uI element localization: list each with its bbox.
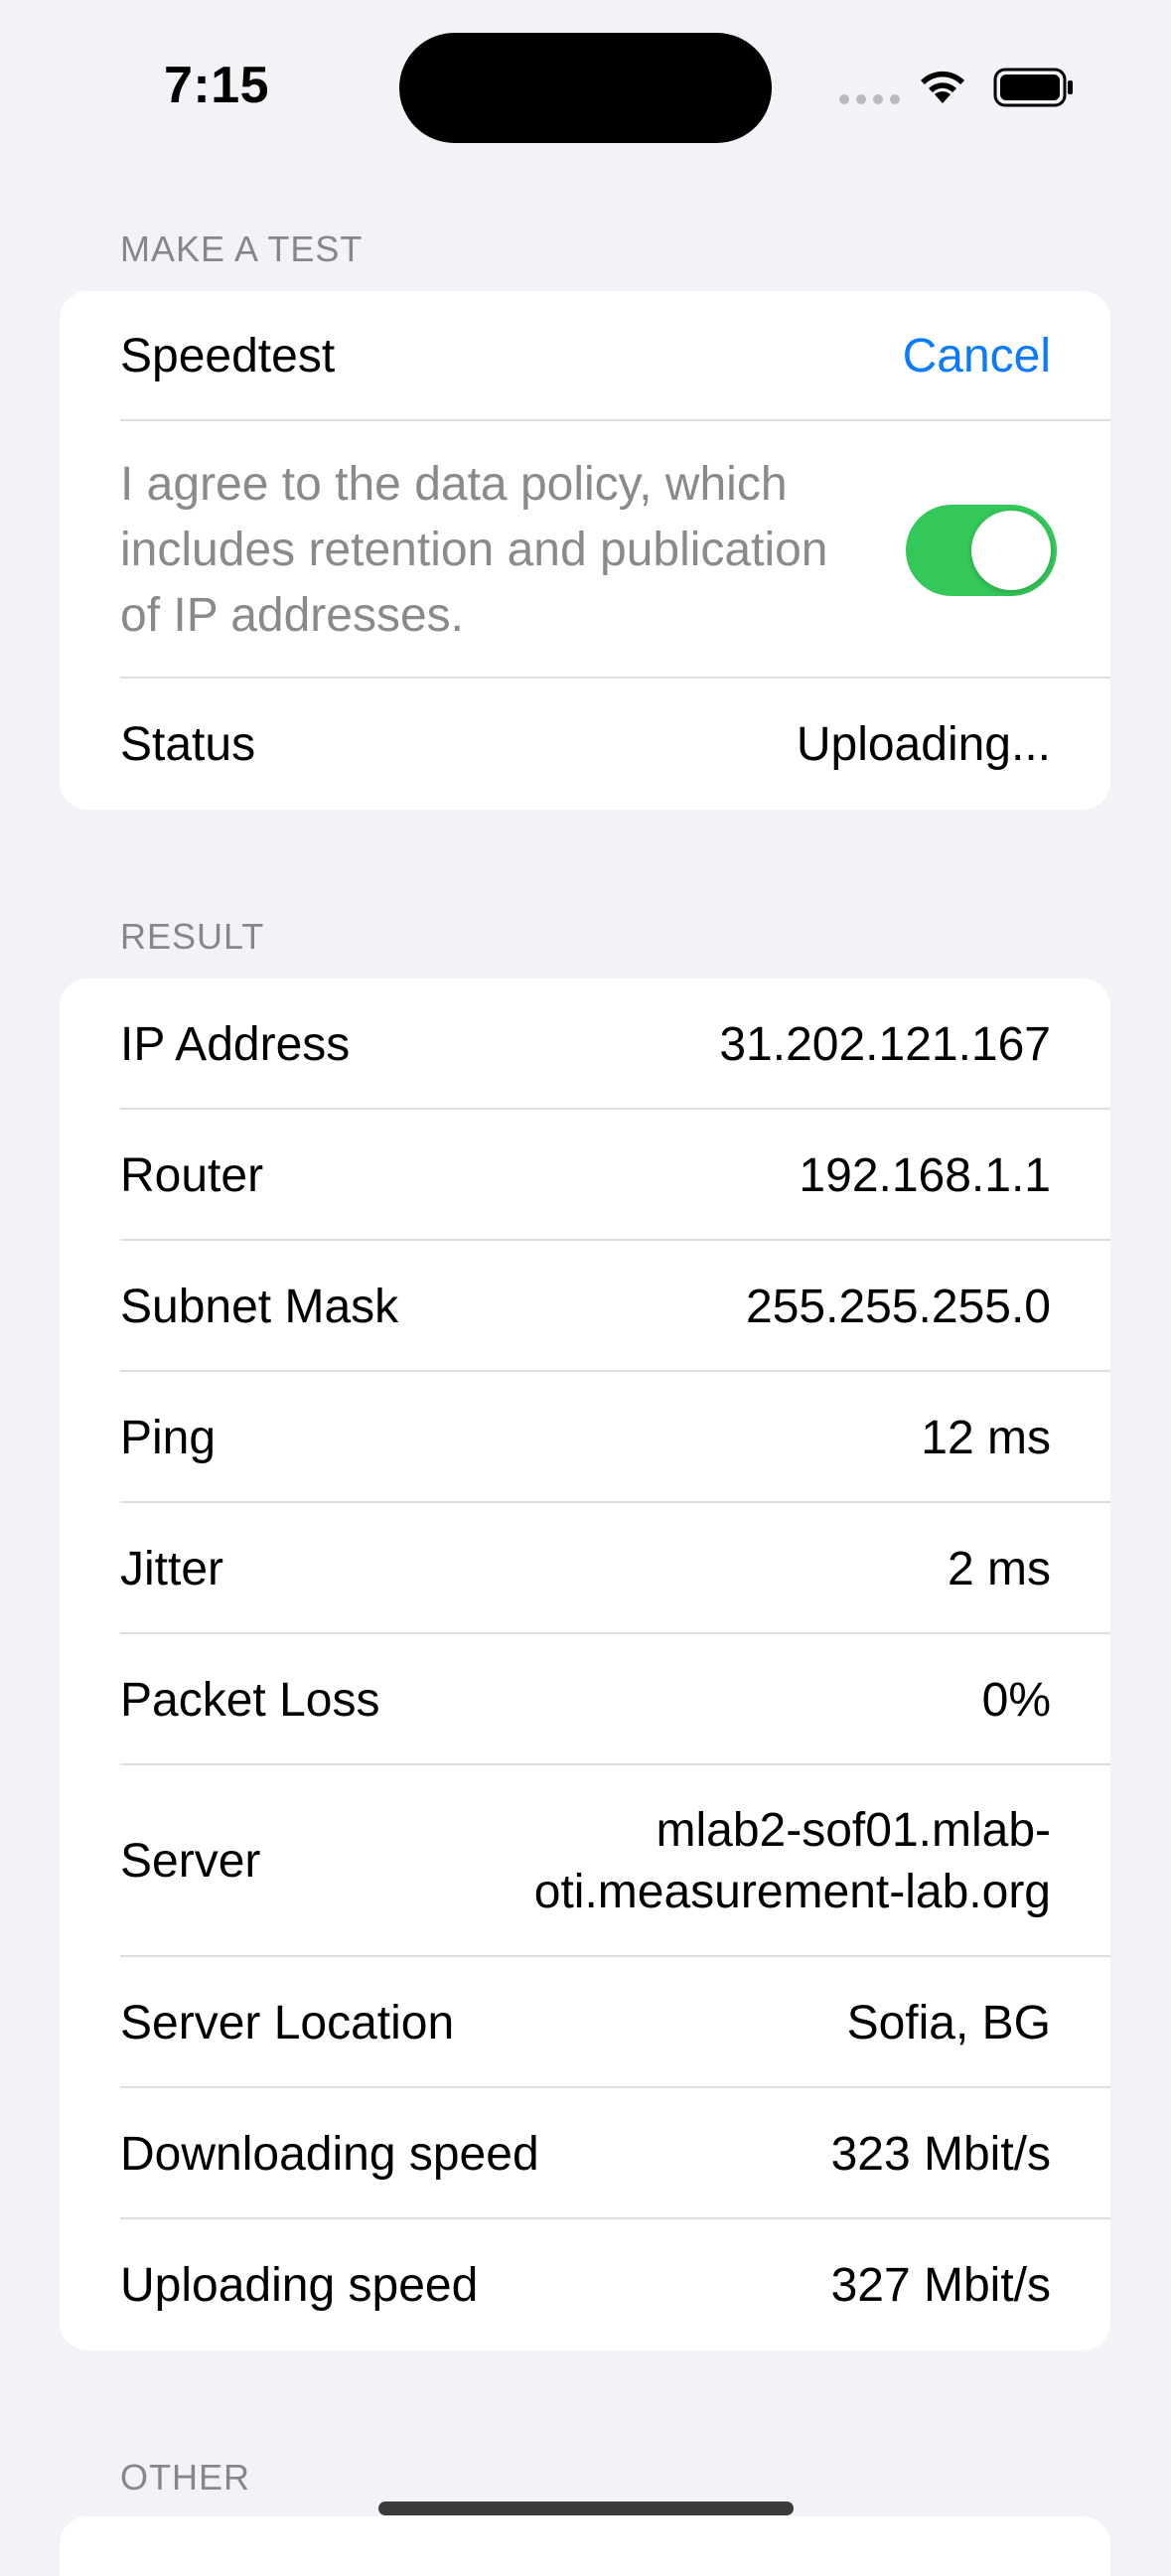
status-bar: 7:15 (0, 0, 1171, 169)
server-value: mlab2-sof01.mlab- oti.measurement-lab.or… (534, 1800, 1051, 1923)
result-row-subnet-mask: Subnet Mask 255.255.255.0 (60, 1241, 1110, 1372)
result-row-uploading-speed: Uploading speed 327 Mbit/s (60, 2219, 1110, 2350)
dynamic-island (399, 33, 772, 143)
result-value: Sofia, BG (846, 1996, 1051, 2049)
result-row-ip-address: IP Address 31.202.121.167 (60, 979, 1110, 1110)
section-header-other: OTHER (120, 2457, 250, 2498)
result-value: 323 Mbit/s (830, 2127, 1051, 2181)
section-header-result: RESULT (120, 916, 265, 957)
result-value: 12 ms (921, 1411, 1051, 1464)
battery-icon (993, 68, 1073, 107)
result-row-router: Router 192.168.1.1 (60, 1110, 1110, 1241)
section-header-make-test: MAKE A TEST (120, 228, 364, 269)
make-test-card: Speedtest Cancel I agree to the data pol… (60, 291, 1110, 810)
result-value: 192.168.1.1 (799, 1148, 1051, 1202)
result-row-server-location: Server Location Sofia, BG (60, 1957, 1110, 2088)
result-label: Server Location (120, 1996, 455, 2049)
result-value: 2 ms (947, 1542, 1051, 1595)
status-label: Status (120, 717, 256, 771)
cancel-button[interactable]: Cancel (903, 329, 1051, 383)
server-value-line2: oti.measurement-lab.org (533, 1865, 1051, 1918)
result-row-server: Server mlab2-sof01.mlab- oti.measurement… (60, 1765, 1110, 1957)
result-card: IP Address 31.202.121.167 Router 192.168… (60, 979, 1110, 2350)
result-label: Server (120, 1835, 261, 1888)
result-label: Packet Loss (120, 1673, 380, 1727)
result-label: Ping (120, 1411, 217, 1464)
result-label: Uploading speed (120, 2258, 479, 2312)
result-label: IP Address (120, 1017, 351, 1071)
result-row-jitter: Jitter 2 ms (60, 1503, 1110, 1634)
policy-text: I agree to the data policy, which includ… (120, 457, 828, 642)
result-value: 31.202.121.167 (719, 1017, 1051, 1071)
status-time: 7:15 (164, 57, 270, 114)
result-row-packet-loss: Packet Loss 0% (60, 1634, 1110, 1765)
result-value: 255.255.255.0 (746, 1280, 1051, 1333)
home-indicator[interactable] (378, 2501, 794, 2515)
result-label: Downloading speed (120, 2127, 539, 2181)
result-label: Subnet Mask (120, 1280, 399, 1333)
status-row: Status Uploading... (60, 679, 1110, 810)
status-value: Uploading... (796, 717, 1051, 771)
cellular-signal-icon (839, 94, 900, 104)
speedtest-row: Speedtest Cancel (60, 291, 1110, 421)
result-label: Router (120, 1148, 264, 1202)
toggle-knob (971, 510, 1051, 590)
policy-row: I agree to the data policy, which includ… (60, 421, 1110, 679)
speedtest-label: Speedtest (120, 330, 336, 382)
policy-toggle[interactable] (906, 504, 1057, 596)
result-value: 327 Mbit/s (830, 2258, 1051, 2312)
result-value: 0% (981, 1673, 1051, 1727)
other-card (60, 2516, 1110, 2576)
result-label: Jitter (120, 1542, 224, 1595)
server-value-line1: mlab2-sof01.mlab- (656, 1803, 1052, 1857)
result-row-ping: Ping 12 ms (60, 1372, 1110, 1503)
wifi-icon (921, 71, 964, 103)
result-row-downloading-speed: Downloading speed 323 Mbit/s (60, 2088, 1110, 2219)
